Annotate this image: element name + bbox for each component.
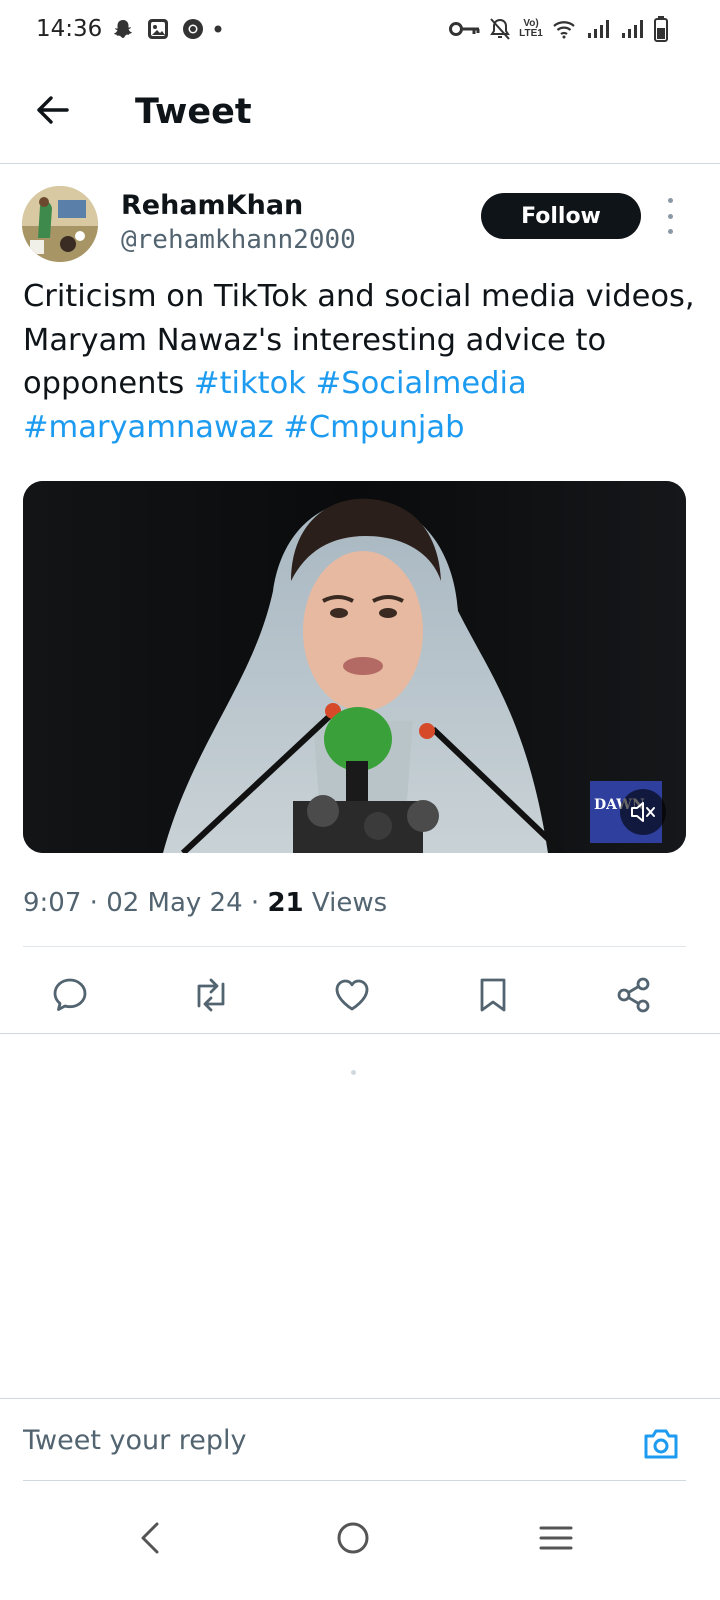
follow-button[interactable]: Follow (481, 193, 641, 239)
video-frame (23, 481, 686, 853)
views-label[interactable]: Views (312, 888, 387, 918)
back-nav-icon (141, 1522, 159, 1554)
page-title: Tweet (135, 92, 252, 132)
author-name[interactable]: RehamKhan (121, 190, 303, 221)
tweet-actions (0, 962, 720, 1034)
snapchat-icon (110, 16, 136, 42)
dot-icon (213, 16, 223, 42)
views-count[interactable]: 21 (267, 888, 303, 918)
home-nav-icon (337, 1522, 369, 1554)
hashtag-link[interactable]: #Cmpunjab (283, 410, 464, 445)
nav-recents-button[interactable] (526, 1508, 586, 1568)
tweet-video[interactable]: DAWN (23, 481, 686, 853)
retweet-icon (197, 978, 225, 1012)
hashtag-link[interactable]: #maryamnawaz (23, 410, 274, 445)
wifi-icon (551, 16, 577, 42)
volte-icon: Vo) LTE1 (519, 18, 543, 39)
meta-separator: · (89, 888, 98, 918)
hashtag-link[interactable]: #tiktok (194, 366, 306, 401)
divider (23, 946, 686, 947)
camera-button[interactable] (640, 1423, 682, 1465)
gallery-icon (145, 16, 171, 42)
bookmark-button[interactable] (468, 970, 518, 1020)
signal-icon (619, 16, 645, 42)
bookmark-icon (480, 978, 506, 1012)
status-time: 14:36 (36, 16, 103, 42)
nav-home-button[interactable] (323, 1508, 383, 1568)
recents-nav-icon (539, 1526, 573, 1550)
meta-separator: · (250, 888, 260, 918)
tweet-time: 9:07 (23, 888, 82, 918)
status-bar: 14:36 Vo) LTE1 (0, 0, 720, 62)
more-dot (667, 198, 673, 203)
heart-icon (335, 979, 369, 1011)
author-handle[interactable]: @rehamkhann2000 (121, 225, 356, 255)
reply-input[interactable] (23, 1413, 623, 1467)
mute-button[interactable] (620, 789, 666, 835)
hashtag-link[interactable]: #Socialmedia (316, 366, 527, 401)
loading-indicator (351, 1070, 356, 1075)
like-button[interactable] (327, 970, 377, 1020)
reply-bar (0, 1398, 720, 1482)
retweet-button[interactable] (186, 970, 236, 1020)
volume-muted-icon (631, 802, 655, 822)
notifications-off-icon (488, 16, 512, 42)
tweet-date: 02 May 24 (106, 888, 243, 918)
nav-back-button[interactable] (120, 1508, 180, 1568)
more-dot (667, 229, 673, 234)
comment-icon (53, 978, 87, 1011)
signal-icon (585, 16, 611, 42)
reply-button[interactable] (45, 970, 95, 1020)
more-options-button[interactable] (662, 198, 678, 234)
system-nav-bar (0, 1496, 720, 1600)
share-icon (617, 977, 650, 1013)
more-dot (667, 213, 673, 219)
tweet-meta: 9:07 · 02 May 24 · 21 Views (23, 888, 387, 918)
arrow-left-icon (37, 96, 69, 124)
camera-icon (644, 1429, 678, 1459)
chrome-icon (180, 16, 206, 42)
top-app-bar: Tweet (0, 62, 720, 164)
vpn-key-icon (449, 16, 481, 42)
back-button[interactable] (30, 88, 74, 132)
battery-icon (652, 16, 670, 42)
tweet-text: Criticism on TikTok and social media vid… (23, 275, 703, 449)
share-button[interactable] (609, 970, 659, 1020)
divider (23, 1480, 686, 1481)
author-avatar[interactable] (22, 186, 98, 262)
